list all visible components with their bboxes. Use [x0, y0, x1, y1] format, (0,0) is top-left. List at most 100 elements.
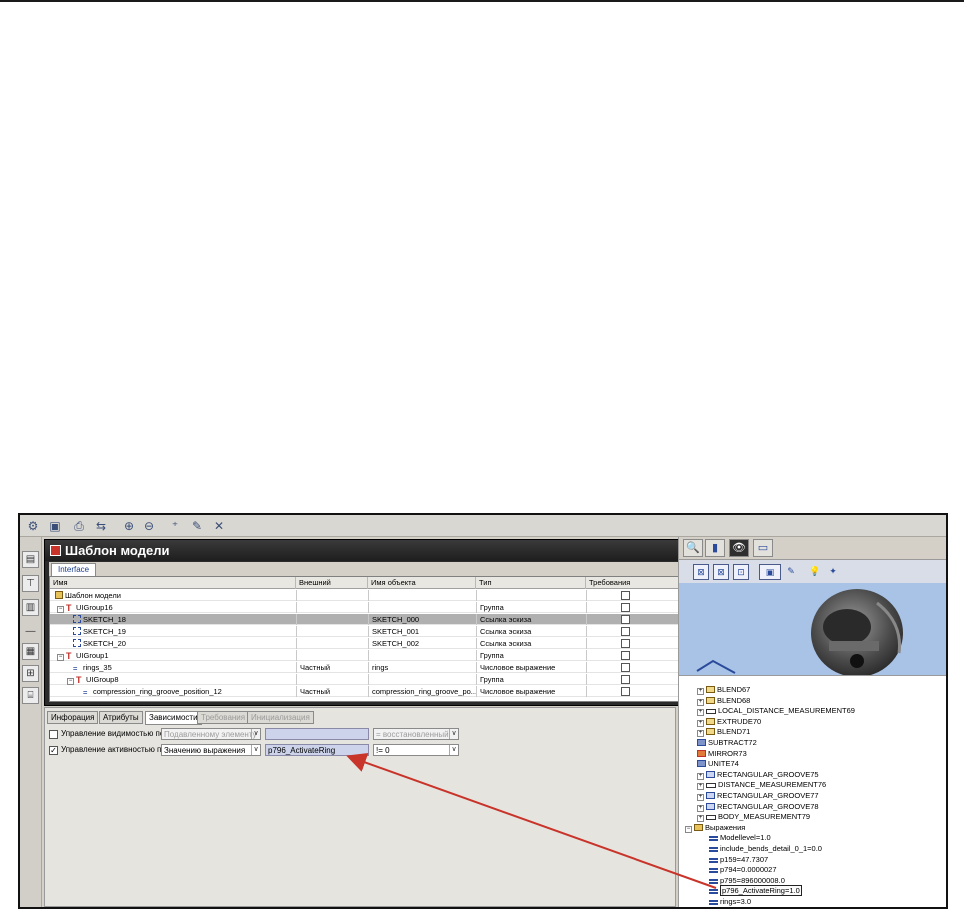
- activity-checkbox[interactable]: ✓: [49, 746, 58, 755]
- tree-item[interactable]: + BLEND67: [697, 684, 750, 695]
- tree-item[interactable]: + BODY_MEASUREMENT79: [697, 811, 810, 823]
- table-row[interactable]: SKETCH_19 SKETCH_001 Ссылка эскиза: [50, 626, 680, 637]
- table-row[interactable]: = rings_35 Частный rings Числовое выражение: [50, 662, 680, 673]
- add-point-icon[interactable]: ⁺: [166, 517, 184, 535]
- dialog-title-bar[interactable]: Шаблон модели ⧉: [45, 540, 695, 561]
- requirement-checkbox[interactable]: [621, 591, 630, 600]
- tree-item[interactable]: UNITE74: [697, 758, 739, 769]
- requirement-checkbox[interactable]: [621, 651, 630, 660]
- requirement-checkbox[interactable]: [621, 627, 630, 636]
- feature-icon[interactable]: ⚙: [24, 517, 42, 535]
- tab-initialization[interactable]: Инициализация: [247, 711, 314, 724]
- part-icon[interactable]: ▮: [705, 539, 725, 557]
- dialog-tab-strip: Interface: [49, 562, 693, 576]
- column-header-external[interactable]: Внешний: [296, 577, 368, 589]
- history-icon[interactable]: ▦: [22, 643, 39, 660]
- 3d-viewport[interactable]: [679, 583, 946, 675]
- zoom-out-icon[interactable]: ⊖: [140, 517, 158, 535]
- tree-item[interactable]: + LOCAL_DISTANCE_MEASUREMENT69: [697, 705, 855, 717]
- shaded-view-icon[interactable]: ▣: [759, 564, 781, 580]
- column-header-name[interactable]: Имя: [50, 577, 296, 589]
- collapse-icon[interactable]: −: [67, 678, 74, 685]
- tab-requirements[interactable]: Требования: [197, 711, 250, 724]
- requirement-checkbox[interactable]: [621, 687, 630, 696]
- tree-item[interactable]: + RECTANGULAR_GROOVE78: [697, 801, 819, 812]
- tree-item[interactable]: − Выражения: [685, 822, 745, 833]
- column-header-requirements[interactable]: Требования: [586, 577, 680, 589]
- tree-item[interactable]: + BLEND68: [697, 695, 750, 706]
- tree-item[interactable]: rings=3.0: [709, 896, 751, 907]
- requirement-checkbox[interactable]: [621, 639, 630, 648]
- add-icon[interactable]: ⊞: [22, 665, 39, 682]
- row-external: Частный: [296, 686, 368, 697]
- eye-icon[interactable]: 👁: [729, 539, 749, 557]
- table-row[interactable]: = compression_ring_groove_position_12 Част…: [50, 686, 680, 697]
- tab-interface[interactable]: Interface: [51, 563, 97, 576]
- table-row[interactable]: − T UIGroup16 Группа: [50, 602, 680, 613]
- fit-view-icon[interactable]: ⊠: [693, 564, 709, 580]
- column-header-type[interactable]: Тип: [476, 577, 586, 589]
- activity-mode-select[interactable]: Значению выражения ∨: [161, 744, 261, 756]
- requirement-checkbox[interactable]: [621, 663, 630, 672]
- tree-item[interactable]: + RECTANGULAR_GROOVE77: [697, 790, 819, 801]
- tree-item[interactable]: SUBTRACT72: [697, 737, 757, 748]
- print-icon[interactable]: ⎙: [70, 517, 88, 535]
- op-icon: [697, 760, 706, 768]
- template-icon[interactable]: ⊤: [22, 575, 39, 592]
- tree-item[interactable]: include_bends_detail_0_1=0.0: [709, 843, 822, 854]
- column-header-object-name[interactable]: Имя объекта: [368, 577, 476, 589]
- collapse-icon[interactable]: −: [57, 606, 64, 613]
- shuffle-icon[interactable]: ⇆: [92, 517, 110, 535]
- visibility-mode-select[interactable]: Подавленному элементу ∨: [161, 728, 261, 740]
- zoom-area-icon[interactable]: ⊡: [733, 564, 749, 580]
- visibility-operator-select[interactable]: = восстановленный ∨: [373, 728, 459, 740]
- save-icon[interactable]: ▣: [46, 517, 64, 535]
- activity-operator-select[interactable]: != 0 ∨: [373, 744, 459, 756]
- visibility-field[interactable]: [265, 728, 369, 740]
- search-icon[interactable]: 🔍: [683, 539, 703, 557]
- requirement-checkbox[interactable]: [621, 675, 630, 684]
- tree-item[interactable]: p794=0.0000027: [709, 864, 777, 875]
- tree-item[interactable]: + RECTANGULAR_GROOVE75: [697, 769, 819, 780]
- layers-icon[interactable]: ⌸: [22, 687, 39, 704]
- table-row[interactable]: SKETCH_20 SKETCH_002 Ссылка эскиза: [50, 638, 680, 649]
- visibility-control-row: Управление видимостью по Подавленному эл…: [47, 728, 507, 742]
- tab-attributes[interactable]: Атрибуты: [99, 711, 143, 724]
- zoom-window-icon[interactable]: ⊠: [713, 564, 729, 580]
- requirement-checkbox[interactable]: [621, 615, 630, 624]
- tab-info[interactable]: Инфорация: [47, 711, 99, 724]
- chevron-down-icon: ∨: [449, 729, 458, 739]
- table-row[interactable]: SKETCH_18 SKETCH_000 Ссылка эскиза: [50, 614, 680, 625]
- expand-icon[interactable]: −: [685, 825, 692, 833]
- tree-item[interactable]: Modellevel=1.0: [709, 832, 771, 843]
- table-row[interactable]: − T UIGroup1 Группа: [50, 650, 680, 661]
- close-icon[interactable]: ✕: [210, 517, 228, 535]
- tab-dependencies[interactable]: Зависимости: [145, 711, 202, 725]
- activity-expression-field[interactable]: p796_ActivateRing: [265, 744, 369, 756]
- zoom-in-icon[interactable]: ⊕: [120, 517, 138, 535]
- render-icon[interactable]: ✦: [825, 564, 841, 580]
- collapse-icon[interactable]: −: [57, 654, 64, 661]
- row-name: SKETCH_20: [83, 639, 126, 648]
- tree-item[interactable]: + BLEND71: [697, 726, 750, 738]
- tree-item[interactable]: p159=47.7307: [709, 854, 768, 865]
- separator-icon: —: [25, 626, 36, 637]
- tree-item[interactable]: MIRROR73: [697, 748, 747, 759]
- pen-icon[interactable]: ✎: [188, 517, 206, 535]
- table-row[interactable]: − T UIGroup8 Группа: [50, 674, 680, 685]
- activity-control-row: ✓ Управление активностью по Значению выр…: [47, 744, 507, 758]
- eq-icon: [709, 857, 718, 863]
- requirement-checkbox[interactable]: [621, 603, 630, 612]
- navigator-icon[interactable]: ▤: [22, 551, 39, 568]
- tree-item[interactable]: + DISTANCE_MEASUREMENT76: [697, 779, 826, 791]
- window-icon[interactable]: ▭: [753, 539, 773, 557]
- table-row[interactable]: Шаблон модели: [50, 590, 680, 601]
- tree-item[interactable]: p795=896000008.0: [709, 875, 785, 886]
- tree-item[interactable]: + EXTRUDE70: [697, 716, 761, 727]
- light-icon[interactable]: 💡: [807, 564, 823, 580]
- edit-icon[interactable]: ✎: [783, 564, 799, 580]
- parts-icon[interactable]: ▥: [22, 599, 39, 616]
- tree-item[interactable]: p796_ActivateRing=1.0: [709, 885, 802, 897]
- mir-icon: [697, 749, 706, 757]
- visibility-checkbox[interactable]: [49, 730, 58, 739]
